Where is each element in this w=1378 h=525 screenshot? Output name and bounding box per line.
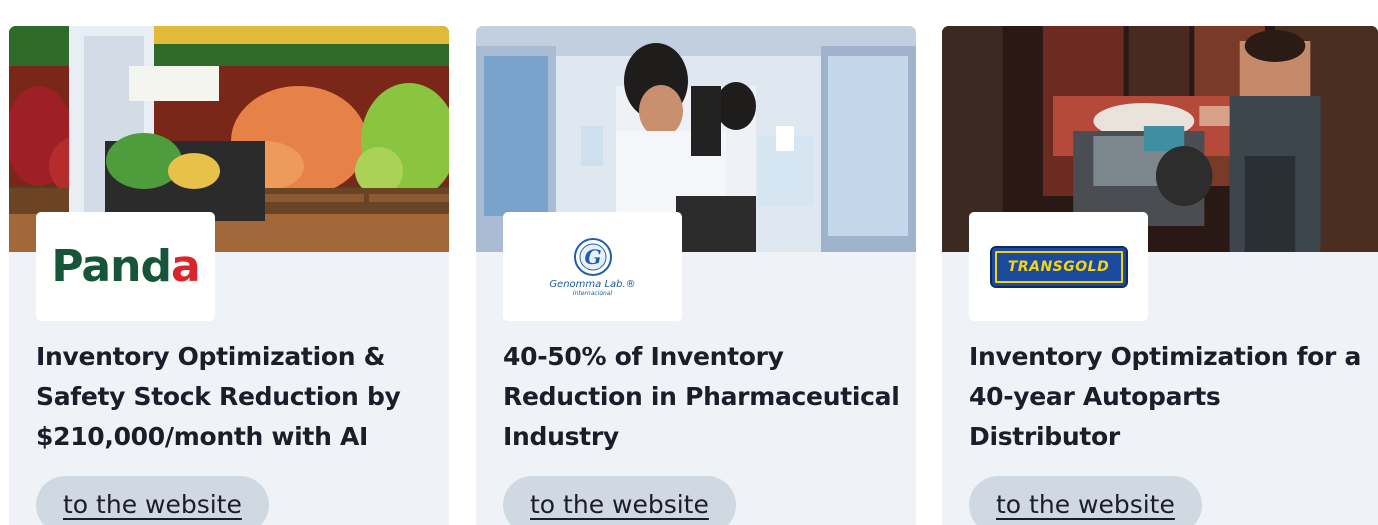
genomma-logo-box: G Genomma Lab.® Internacional [503, 212, 682, 321]
transgold-logo-text: TRANSGOLD [1007, 258, 1110, 275]
genomma-name: Genomma Lab.® [549, 278, 636, 290]
case-study-card-genomma: G Genomma Lab.® Internacional 40-50% of … [476, 26, 916, 525]
panda-logo: Panda [51, 241, 200, 292]
to-website-button[interactable]: to the website [36, 476, 269, 525]
case-study-card-transgold: TRANSGOLD Inventory Optimization for a 4… [942, 26, 1378, 525]
card-title: Inventory Optimization & Safety Stock Re… [36, 342, 401, 451]
to-website-button[interactable]: to the website [503, 476, 736, 525]
svg-text:G: G [584, 245, 601, 269]
transgold-logo-box: TRANSGOLD [969, 212, 1148, 321]
transgold-logo: TRANSGOLD [989, 245, 1128, 288]
case-study-card-panda: Panda Inventory Optimization & Safety St… [9, 26, 449, 525]
genomma-logo: G Genomma Lab.® Internacional [549, 237, 636, 297]
to-website-button[interactable]: to the website [969, 476, 1202, 525]
card-title: Inventory Optimization for a 40-year Aut… [969, 342, 1362, 451]
genomma-globe-icon: G [573, 237, 612, 276]
panda-logo-box: Panda [36, 212, 215, 321]
genomma-subtext: Internacional [572, 289, 613, 297]
card-title: 40-50% of Inventory Reduction in Pharmac… [503, 342, 900, 451]
